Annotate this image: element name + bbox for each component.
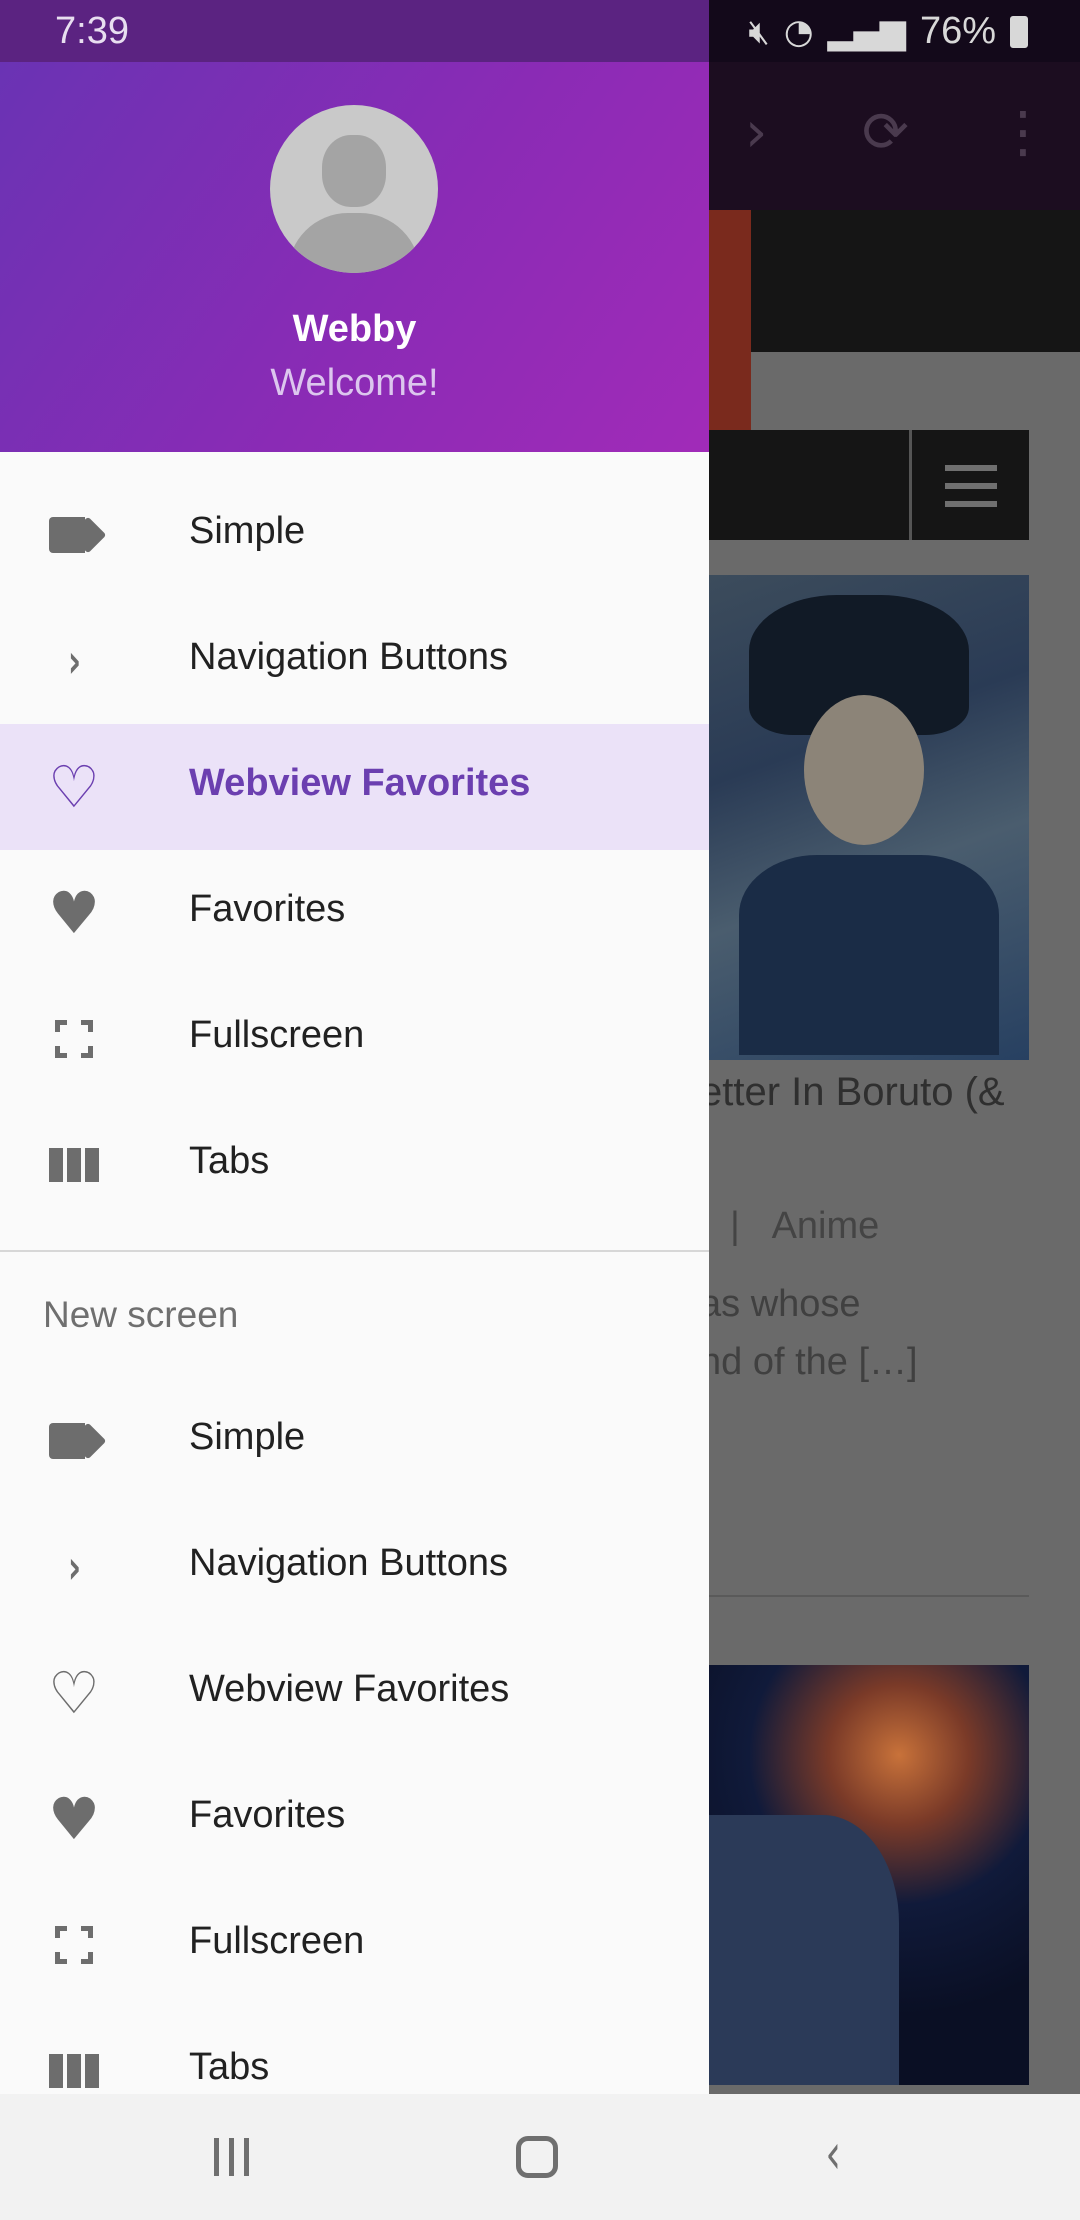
hamburger-menu-icon <box>945 465 997 519</box>
excerpt-line: nd of the […] <box>700 1341 918 1383</box>
site-header <box>709 210 1080 352</box>
fullscreen-icon <box>44 1014 104 1064</box>
wifi-icon: ◔ <box>783 11 814 52</box>
battery-percent: 76% <box>919 10 996 52</box>
heart-icon: ♥ <box>48 879 100 947</box>
menu-item-fullscreen[interactable]: Fullscreen <box>0 1882 709 2008</box>
navigation-drawer: Webby Welcome! Simple › Navigation Butto… <box>0 62 709 2094</box>
article-meta: | Anime <box>730 1205 879 1248</box>
drawer-divider <box>0 1250 709 1252</box>
chevron-right-icon: › <box>67 634 81 688</box>
menu-item-label: Favorites <box>189 1794 346 1836</box>
meta-separator: | <box>730 1205 740 1247</box>
view-column-icon <box>44 1140 104 1190</box>
menu-item-webview-favorites[interactable]: ♡ Webview Favorites <box>0 1630 709 1756</box>
menu-item-label: Simple <box>189 510 306 552</box>
more-vert-icon: ⋮ <box>995 100 1051 165</box>
article-category: Anime <box>771 1205 880 1247</box>
menu-item-label: Navigation Buttons <box>189 636 508 678</box>
menu-item-label: Webview Favorites <box>189 762 531 804</box>
article-divider <box>709 1595 1029 1597</box>
heart-outline-icon: ♡ <box>48 1659 100 1727</box>
article-excerpt: as whose nd of the […] <box>700 1275 918 1391</box>
drawer-header: Webby Welcome! <box>0 62 709 452</box>
menu-item-simple[interactable]: Simple <box>0 1378 709 1504</box>
section-header: New screen <box>43 1294 239 1335</box>
menu-item-label: Favorites <box>189 888 346 930</box>
article-image <box>709 1665 1029 2085</box>
recent-apps-icon[interactable] <box>214 2138 249 2176</box>
site-accent-strip <box>709 210 751 430</box>
menu-item-label: Fullscreen <box>189 1014 365 1056</box>
article-title: etter In Boruto (& <box>700 1070 1005 1114</box>
battery-icon <box>1010 15 1028 48</box>
status-time: 7:39 <box>55 10 129 52</box>
menu-item-tabs[interactable]: Tabs <box>0 1102 709 1228</box>
menu-item-label: Webview Favorites <box>189 1668 510 1710</box>
profile-name: Webby <box>292 308 417 350</box>
menu-item-navigation-buttons[interactable]: › Navigation Buttons <box>0 598 709 724</box>
article-image <box>709 575 1029 1060</box>
menu-item-fullscreen[interactable]: Fullscreen <box>0 976 709 1102</box>
refresh-icon: ⟳ <box>862 100 909 165</box>
menu-item-simple[interactable]: Simple <box>0 472 709 598</box>
signal-icon: ▂▄▆ <box>827 11 906 52</box>
chevron-right-icon: › <box>67 1540 81 1594</box>
fullscreen-icon <box>44 1920 104 1970</box>
menu-item-favorites[interactable]: ♥ Favorites <box>0 1756 709 1882</box>
menu-item-navigation-buttons[interactable]: › Navigation Buttons <box>0 1504 709 1630</box>
menu-item-webview-favorites[interactable]: ♡ Webview Favorites <box>0 724 709 850</box>
system-nav-bar: ‹ <box>0 2094 1080 2220</box>
view-column-icon <box>44 2046 104 2094</box>
menu-item-label: Fullscreen <box>189 1920 365 1962</box>
label-icon <box>44 510 107 560</box>
menu-item-label: Simple <box>189 1416 306 1458</box>
home-icon[interactable] <box>516 2136 558 2178</box>
excerpt-line: as whose <box>700 1283 861 1325</box>
menu-item-tabs[interactable]: Tabs <box>0 2008 709 2094</box>
menu-item-favorites[interactable]: ♥ Favorites <box>0 850 709 976</box>
menu-item-label: Navigation Buttons <box>189 1542 508 1584</box>
heart-outline-icon: ♡ <box>48 753 100 821</box>
label-icon <box>44 1416 107 1466</box>
menu-item-label: Tabs <box>189 2046 270 2088</box>
forward-icon: › <box>745 100 768 165</box>
profile-subtitle: Welcome! <box>270 362 439 404</box>
heart-icon: ♥ <box>48 1785 100 1853</box>
back-icon[interactable]: ‹ <box>825 2122 841 2187</box>
site-nav-bar <box>709 430 1029 540</box>
mute-icon: 🔇︎ <box>748 11 770 52</box>
status-bar: 7:39 🔇︎ ◔ ▂▄▆ 76% <box>0 0 1080 62</box>
avatar[interactable] <box>270 105 438 273</box>
menu-item-label: Tabs <box>189 1140 270 1182</box>
